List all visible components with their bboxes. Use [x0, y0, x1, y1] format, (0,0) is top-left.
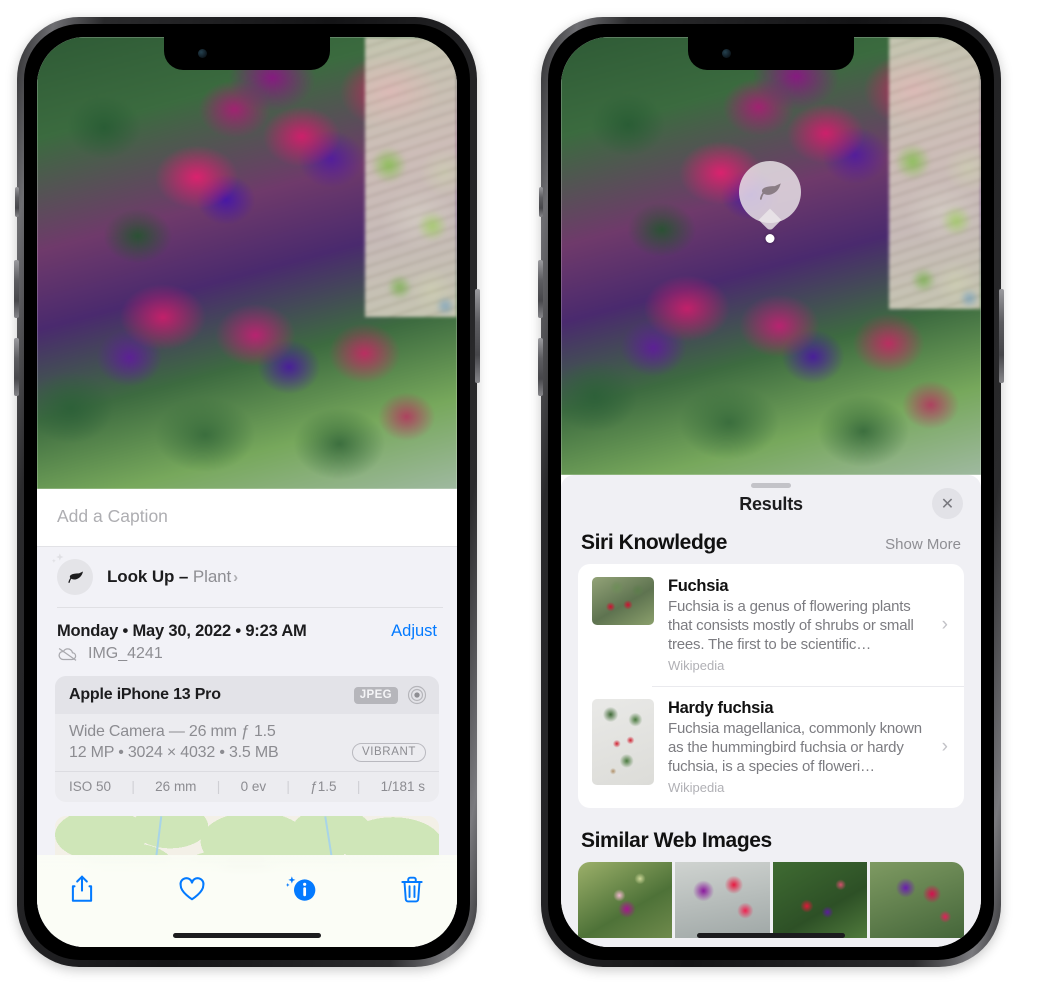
- leaf-icon: [739, 161, 801, 223]
- look-up-label: Look Up – Plant ›: [107, 567, 238, 587]
- close-icon[interactable]: ✕: [932, 488, 963, 519]
- sheet-header: Results ✕: [561, 488, 981, 531]
- similar-image-thumbnail[interactable]: [772, 862, 867, 938]
- exif-ev: 0 ev: [240, 779, 267, 794]
- exif-iso: ISO 50: [69, 779, 112, 794]
- look-up-subject: Plant: [192, 567, 232, 586]
- look-up-row[interactable]: Look Up – Plant ›: [37, 547, 457, 608]
- home-indicator[interactable]: [697, 933, 845, 938]
- heart-icon[interactable]: [175, 872, 209, 906]
- adjust-button[interactable]: Adjust: [391, 622, 437, 641]
- specs-line: 12 MP • 3024 × 4032 • 3.5 MB: [69, 743, 279, 761]
- aperture-icon: [407, 685, 427, 705]
- photo-viewer[interactable]: [561, 37, 981, 475]
- right-phone-bezel: Results ✕ Siri Knowledge Show More Fuchs…: [548, 24, 994, 960]
- vibrant-badge: VIBRANT: [351, 743, 426, 762]
- exif-shutter: 1/181 s: [380, 779, 425, 794]
- similar-image-thumbnail[interactable]: [675, 862, 770, 938]
- look-up-prefix: Look Up –: [107, 567, 193, 586]
- photo-viewer[interactable]: [37, 37, 457, 489]
- pin-dot: [765, 234, 775, 243]
- silent-switch[interactable]: [539, 187, 543, 217]
- capture-date-row: Monday • May 30, 2022 • 9:23 AM Adjust: [37, 608, 457, 641]
- knowledge-card: Fuchsia Fuchsia is a genus of flowering …: [578, 564, 964, 808]
- silent-switch[interactable]: [15, 187, 19, 217]
- chevron-right-icon: ›: [233, 569, 239, 586]
- leaf-glyph: [759, 183, 781, 200]
- power-button[interactable]: [475, 289, 480, 383]
- section-title: Siri Knowledge: [581, 531, 728, 554]
- result-description: Fuchsia is a genus of flowering plants t…: [668, 598, 914, 653]
- result-title: Hardy fuchsia: [668, 699, 774, 717]
- chevron-right-icon: ›: [941, 614, 948, 635]
- photo-info-panel: Add a Caption Look Up – Plant › Monday •…: [37, 489, 457, 947]
- left-phone-device: Add a Caption Look Up – Plant › Monday •…: [14, 17, 480, 967]
- sparkles-icon: [51, 553, 64, 563]
- result-source: Wikipedia: [668, 658, 725, 673]
- format-badge: JPEG: [353, 686, 398, 704]
- trash-icon[interactable]: [395, 872, 429, 906]
- result-title: Fuchsia: [668, 577, 729, 595]
- volume-up-button[interactable]: [538, 260, 543, 318]
- specs-row: 12 MP • 3024 × 4032 • 3.5 MB VIBRANT: [69, 743, 426, 762]
- exif-divider: |: [286, 779, 290, 794]
- screenshot-stage: Add a Caption Look Up – Plant › Monday •…: [0, 0, 1055, 985]
- similar-web-images-header: Similar Web Images: [561, 808, 981, 862]
- capture-date: Monday • May 30, 2022 • 9:23 AM: [57, 622, 307, 640]
- sheet-title: Results: [739, 494, 803, 514]
- camera-info-card: Apple iPhone 13 Pro JPEG Wide Camera — 2…: [55, 676, 439, 802]
- photo-background-bokeh: [880, 115, 981, 344]
- volume-down-button[interactable]: [14, 338, 19, 396]
- camera-header-badges: JPEG: [353, 685, 427, 705]
- exif-row: ISO 50 | 26 mm | 0 ev | ƒ1.5 | 1/181 s: [55, 771, 439, 802]
- volume-up-button[interactable]: [14, 260, 19, 318]
- caption-input[interactable]: Add a Caption: [37, 489, 457, 547]
- similar-image-thumbnail[interactable]: [869, 862, 964, 938]
- exif-aperture: ƒ1.5: [310, 779, 337, 794]
- result-thumbnail: [592, 577, 654, 625]
- similar-images-strip[interactable]: [578, 862, 964, 938]
- exif-divider: |: [356, 779, 361, 794]
- visual-lookup-pin[interactable]: [739, 161, 801, 243]
- right-phone-device: Results ✕ Siri Knowledge Show More Fuchs…: [538, 17, 1004, 967]
- info-icon[interactable]: [285, 872, 319, 906]
- volume-down-button[interactable]: [538, 338, 543, 396]
- similar-image-thumbnail[interactable]: [578, 862, 673, 938]
- camera-header: Apple iPhone 13 Pro JPEG: [55, 676, 439, 714]
- right-phone-screen: Results ✕ Siri Knowledge Show More Fuchs…: [561, 37, 981, 947]
- exif-divider: |: [216, 779, 221, 794]
- lens-line: Wide Camera — 26 mm ƒ 1.5: [69, 723, 276, 740]
- file-row: IMG_4241: [37, 641, 457, 676]
- left-phone-bezel: Add a Caption Look Up – Plant › Monday •…: [24, 24, 470, 960]
- front-camera-icon: [198, 49, 207, 58]
- chevron-right-icon: ›: [941, 736, 948, 757]
- result-text: Fuchsia Fuchsia is a genus of flowering …: [668, 577, 928, 673]
- result-text: Hardy fuchsia Fuchsia magellanica, commo…: [668, 699, 928, 795]
- list-item[interactable]: Fuchsia Fuchsia is a genus of flowering …: [578, 564, 964, 686]
- leaf-icon: [51, 553, 93, 595]
- section-title: Similar Web Images: [581, 829, 772, 852]
- exif-divider: |: [131, 779, 135, 794]
- photo-background-bokeh: [356, 118, 457, 354]
- cloud-slash-icon: [58, 647, 77, 661]
- front-camera-icon: [722, 49, 731, 58]
- camera-body: Wide Camera — 26 mm ƒ 1.5 12 MP • 3024 ×…: [55, 714, 439, 771]
- left-phone-screen: Add a Caption Look Up – Plant › Monday •…: [37, 37, 457, 947]
- result-thumbnail: [592, 699, 654, 785]
- results-sheet: Results ✕ Siri Knowledge Show More Fuchs…: [561, 475, 981, 947]
- power-button[interactable]: [999, 289, 1004, 383]
- exif-focal: 26 mm: [155, 779, 197, 794]
- result-source: Wikipedia: [668, 780, 725, 795]
- result-description: Fuchsia magellanica, commonly known as t…: [668, 720, 922, 775]
- siri-knowledge-header: Siri Knowledge Show More: [561, 531, 981, 564]
- file-name: IMG_4241: [88, 645, 163, 662]
- camera-model: Apple iPhone 13 Pro: [69, 686, 221, 703]
- home-indicator[interactable]: [173, 933, 321, 938]
- notch: [688, 37, 854, 70]
- list-item[interactable]: Hardy fuchsia Fuchsia magellanica, commo…: [578, 686, 964, 808]
- share-icon[interactable]: [65, 872, 99, 906]
- notch: [164, 37, 330, 70]
- show-more-button[interactable]: Show More: [885, 536, 961, 553]
